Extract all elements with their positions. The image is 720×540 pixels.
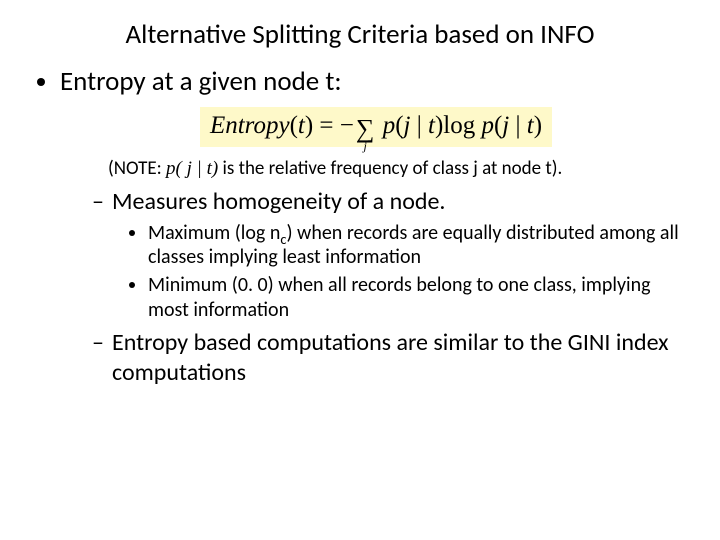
formula-neg: − (340, 112, 354, 139)
slide: Alternative Splitting Criteria based on … (0, 0, 720, 404)
bullet-maximum: Maximum (log nc) when records are equall… (148, 221, 692, 270)
formula-lhs: Entropy (210, 112, 290, 139)
bullet-homogeneity: Measures homogeneity of a node. Maximum … (92, 187, 692, 323)
bullet-list-level1: Entropy at a given node t: Entropy(t) = … (34, 65, 692, 388)
note-suffix: is the relative frequency of class j at … (218, 157, 562, 180)
bullet-entropy-node: Entropy at a given node t: Entropy(t) = … (60, 65, 692, 388)
p1d: | (410, 112, 428, 139)
p1b: ( (395, 112, 403, 139)
sigma-sub: j (363, 143, 366, 150)
bullet-gini: Entropy based computations are similar t… (92, 328, 692, 388)
p2a: p (481, 112, 494, 139)
p2d: | (509, 112, 527, 139)
bullet-entropy-text: Entropy at a given node t: (60, 65, 342, 98)
note-expr: p( j | t) (166, 158, 218, 179)
bullet-list-level2: Measures homogeneity of a node. Maximum … (72, 187, 692, 389)
p2f: ) (534, 112, 542, 139)
formula-container: Entropy(t) = −∑j p(j | t)log p(j | t) (60, 107, 692, 147)
slide-title: Alternative Splitting Criteria based on … (28, 18, 692, 51)
p1e: t (428, 112, 435, 139)
sigma-container: ∑j (356, 115, 375, 145)
formula-eq: = (313, 112, 340, 139)
bullet-minimum: Minimum (0. 0) when all records belong t… (148, 273, 692, 322)
max-pre: Maximum (log n (148, 221, 280, 245)
p1a: p (383, 112, 396, 139)
bullet-homogeneity-text: Measures homogeneity of a node. (112, 187, 445, 216)
bullet-list-level3: Maximum (log nc) when records are equall… (130, 221, 692, 323)
formula-t: t (298, 112, 305, 139)
note-prefix: (NOTE: (108, 157, 166, 180)
formula-rparen: ) (305, 112, 313, 139)
formula-lparen: ( (290, 112, 298, 139)
log: log (443, 112, 475, 139)
p2e: t (527, 112, 534, 139)
entropy-formula: Entropy(t) = −∑j p(j | t)log p(j | t) (200, 107, 552, 147)
note-line: (NOTE: p( j | t) is the relative frequen… (108, 157, 692, 181)
